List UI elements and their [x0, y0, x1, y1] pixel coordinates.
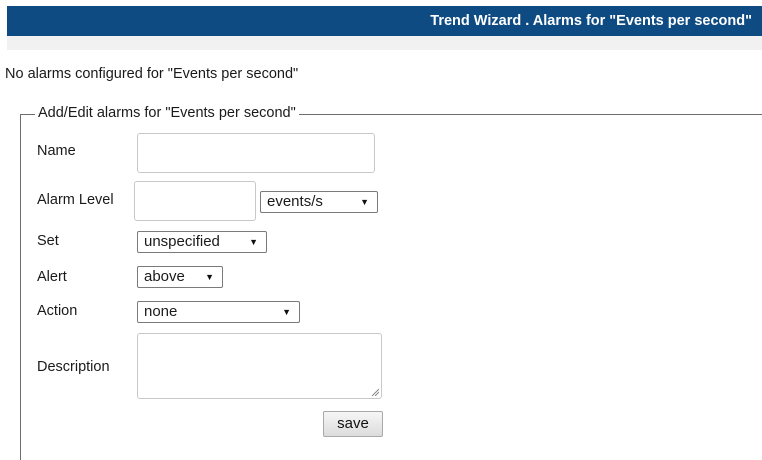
alert-select[interactable]: above ▼ — [137, 266, 223, 288]
alarm-level-field-box — [134, 181, 256, 221]
save-button[interactable]: save — [323, 411, 383, 437]
alert-label: Alert — [37, 269, 67, 285]
alarm-form-fieldset — [20, 114, 762, 460]
resize-grip-icon[interactable] — [371, 388, 379, 396]
alert-value: above — [144, 268, 185, 285]
name-field-box — [137, 133, 375, 173]
title-bar: Trend Wizard . Alarms for "Events per se… — [7, 6, 762, 36]
triangle-down-icon: ▼ — [249, 237, 258, 247]
alarm-level-unit-select[interactable]: events/s ▼ — [260, 191, 378, 213]
description-textarea[interactable] — [138, 334, 381, 398]
triangle-down-icon: ▼ — [205, 272, 214, 282]
set-label: Set — [37, 233, 59, 249]
triangle-down-icon: ▼ — [282, 307, 291, 317]
description-field-box — [137, 333, 382, 399]
action-label: Action — [37, 303, 78, 319]
alarm-level-label: Alarm Level — [37, 192, 114, 208]
description-label: Description — [37, 359, 110, 375]
name-input[interactable] — [138, 134, 374, 172]
toolbar-strip — [7, 36, 762, 50]
alarm-level-unit-value: events/s — [267, 193, 323, 210]
action-select[interactable]: none ▼ — [137, 301, 300, 323]
page-title: Trend Wizard . Alarms for "Events per se… — [430, 13, 752, 29]
name-label: Name — [37, 143, 76, 159]
set-value: unspecified — [144, 233, 220, 250]
alarm-level-input[interactable] — [135, 182, 255, 220]
triangle-down-icon: ▼ — [360, 197, 369, 207]
action-value: none — [144, 303, 178, 320]
set-select[interactable]: unspecified ▼ — [137, 231, 267, 253]
no-alarms-message: No alarms configured for "Events per sec… — [5, 66, 299, 82]
alarm-form-legend: Add/Edit alarms for "Events per second" — [35, 105, 299, 121]
